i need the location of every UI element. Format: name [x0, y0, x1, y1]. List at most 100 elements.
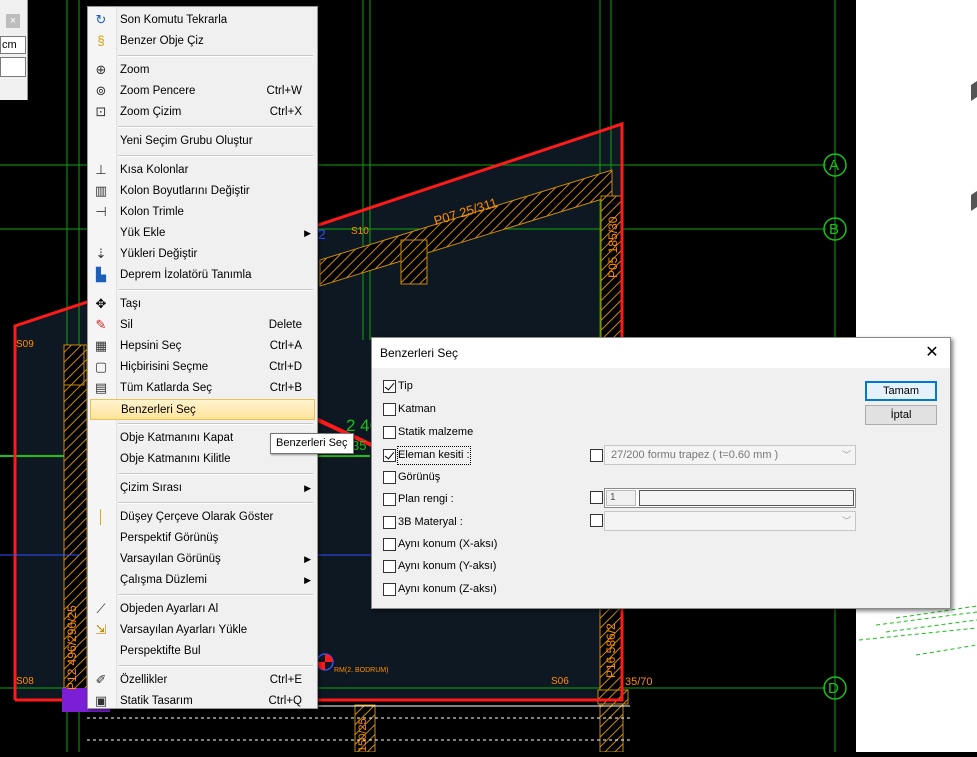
menu-item-tasi[interactable]: ✥ Taşı	[90, 294, 315, 315]
left-panel: × cm	[0, 0, 28, 100]
short-columns-icon: ⊥	[95, 162, 107, 177]
checkbox[interactable]	[383, 493, 396, 506]
menu-item-yeni-secim-grubu-olustur[interactable]: Yeni Seçim Grubu Oluştur	[90, 131, 315, 152]
menu-item-hicbirisini-secme[interactable]: ▢ Hiçbirisini Seçme Ctrl+D	[90, 357, 315, 378]
axis-label-b: B	[829, 221, 840, 238]
menu-item-shortcut: Delete	[268, 319, 302, 331]
menu-item-hepsini-sec[interactable]: ▦ Hepsini Seç Ctrl+A	[90, 336, 315, 357]
select-all-floors-icon: ▤	[94, 380, 108, 395]
menu-item-zoom[interactable]: ⊕ Zoom	[90, 60, 315, 81]
column-label-p12: P12 496/296/25	[65, 605, 79, 690]
menu-item-label: Kısa Kolonlar	[120, 164, 189, 176]
menu-item-label: Zoom Çizim	[120, 106, 182, 118]
menu-item-label: Perspektifte Bul	[120, 645, 201, 657]
menu-item-benzerleri-sec[interactable]: Benzerleri Seç	[90, 399, 315, 420]
menu-item-kolon-trimle[interactable]: ⊣ Kolon Trimle	[90, 202, 315, 223]
zoom-icon: ⊕	[95, 62, 107, 77]
menu-item-label: Hepsini Seç	[120, 340, 182, 352]
menu-item-varsayilan-ayarlari-yukle[interactable]: ⇲ Varsayılan Ayarları Yükle	[90, 620, 315, 641]
slab-label-s08: S08	[16, 676, 34, 687]
menu-item-label: Obje Katmanını Kapat	[120, 432, 234, 444]
dialog-titlebar[interactable]: Benzerleri Seç ✕	[372, 338, 950, 368]
menu-item-zoom-cizim[interactable]: ⊡ Zoom Çizim Ctrl+X	[90, 102, 315, 123]
checkbox[interactable]	[383, 560, 396, 573]
load-settings-icon: ⇲	[95, 622, 107, 637]
menu-separator	[118, 473, 313, 475]
menu-item-yuk-ekle[interactable]: Yük Ekle ▶	[90, 223, 315, 244]
ok-button[interactable]: Tamam	[865, 381, 937, 401]
checkbox-label: Görünüş	[398, 471, 441, 483]
menu-item-label: Varsayılan Görünüş	[120, 553, 221, 565]
menu-item-ozellikler[interactable]: ✐ Özellikler Ctrl+E	[90, 670, 315, 691]
menu-separator	[118, 55, 313, 57]
menu-item-label: Deprem İzolatörü Tanımla	[120, 269, 252, 281]
select-all-icon: ▦	[94, 338, 108, 353]
menu-item-dusey-cerceve-olarak-goster[interactable]: │ Düşey Çerçeve Olarak Göster	[90, 507, 315, 528]
dim-label-35: 35	[352, 438, 367, 453]
checkbox[interactable]	[383, 583, 396, 596]
close-icon[interactable]: ✕	[922, 343, 942, 363]
move-icon: ✥	[95, 296, 107, 311]
checkbox-label: Statik malzeme	[398, 426, 474, 438]
checkbox[interactable]	[383, 403, 396, 416]
checkbox[interactable]	[383, 516, 396, 529]
axis-label-d: D	[828, 680, 839, 697]
unit-field[interactable]: cm	[0, 36, 26, 54]
menu-item-shortcut: Ctrl+E	[269, 674, 302, 686]
menu-item-perspektif-gorunus[interactable]: Perspektif Görünüş	[90, 528, 315, 549]
checkbox-label: Katman	[398, 403, 436, 415]
menu-item-kisa-kolonlar[interactable]: ⊥ Kısa Kolonlar	[90, 160, 315, 181]
menu-item-deprem-izolatoru-tanimla[interactable]: ▙ Deprem İzolatörü Tanımla	[90, 265, 315, 286]
menu-item-label: Benzerleri Seç	[121, 404, 196, 416]
section-select[interactable]: 27/200 formu trapez ( t=0.60 mm ) ﹀	[604, 445, 856, 465]
checkbox-label: 3B Materyal :	[398, 516, 463, 528]
menu-item-label: Özellikler	[120, 674, 168, 686]
checkbox-label: Aynı konum (X-aksı)	[398, 538, 498, 550]
checkbox[interactable]	[383, 538, 396, 551]
value-field[interactable]	[0, 57, 26, 77]
static-design-icon: ▣	[94, 693, 108, 708]
menu-item-shortcut: Ctrl+D	[269, 361, 302, 373]
menu-item-calisma-duzlemi[interactable]: Çalışma Düzlemi ▶	[90, 570, 315, 591]
section-value-checkbox[interactable]	[590, 449, 603, 462]
slab-label-s09: S09	[16, 339, 34, 350]
menu-item-tum-katlarda-sec[interactable]: ▤ Tüm Katlarda Seç Ctrl+B	[90, 378, 315, 399]
menu-item-varsayilan-gorunus[interactable]: Varsayılan Görünüş ▶	[90, 549, 315, 570]
axis-label-a: A	[829, 157, 840, 174]
cancel-button[interactable]: İptal	[865, 405, 937, 425]
material-select[interactable]: ﹀	[604, 511, 856, 531]
material-checkbox[interactable]	[590, 514, 603, 527]
checkbox[interactable]	[383, 380, 396, 393]
color-number: 1	[606, 490, 636, 506]
menu-item-benzer-obje-ciz[interactable]: § Benzer Obje Çiz	[90, 31, 315, 52]
menu-item-label: Yeni Seçim Grubu Oluştur	[120, 135, 253, 147]
submenu-arrow-icon: ▶	[304, 554, 311, 564]
menu-item-statik-tasarim[interactable]: ▣ Statik Tasarım Ctrl+Q	[90, 691, 315, 712]
menu-item-label: Kolon Boyutlarını Değiştir	[120, 185, 250, 197]
close-icon[interactable]: ×	[6, 14, 20, 28]
eraser-icon: ✎	[95, 317, 107, 332]
menu-item-label: Statik Tasarım	[120, 695, 193, 707]
plan-color-picker[interactable]: 1	[604, 488, 856, 508]
menu-item-cizim-sirasi[interactable]: Çizim Sırası ▶	[90, 478, 315, 499]
checkbox-label: Eleman kesiti :	[397, 446, 471, 465]
checkbox[interactable]	[383, 426, 396, 439]
menu-item-zoom-pencere[interactable]: ⊚ Zoom Pencere Ctrl+W	[90, 81, 315, 102]
menu-item-son-komutu-tekrarla[interactable]: ↻ Son Komutu Tekrarla	[90, 10, 315, 31]
checkbox[interactable]	[383, 449, 396, 462]
checkbox[interactable]	[383, 471, 396, 484]
similar-draw-icon: §	[97, 33, 105, 48]
menu-item-kolon-boyutlarini-degistir[interactable]: ▥ Kolon Boyutlarını Değiştir	[90, 181, 315, 202]
menu-item-sil[interactable]: ✎ Sil Delete	[90, 315, 315, 336]
menu-separator	[118, 423, 313, 425]
menu-separator	[118, 594, 313, 596]
menu-item-objeden-ayarlari-al[interactable]: ⟋ Objeden Ayarları Al	[90, 599, 315, 620]
menu-item-yukleri-degistir[interactable]: ⇣ Yükleri Değiştir	[90, 244, 315, 265]
repeat-icon: ↻	[95, 12, 107, 27]
checkbox-label: Plan rengi :	[398, 493, 454, 505]
menu-item-perspektifte-bul[interactable]: Perspektifte Bul	[90, 641, 315, 662]
checkbox-label: Aynı konum (Y-aksı)	[398, 560, 497, 572]
rm-label: RM(2. BODRUM)	[334, 667, 389, 674]
menu-item-label: Çizim Sırası	[120, 482, 182, 494]
color-checkbox[interactable]	[590, 491, 603, 504]
